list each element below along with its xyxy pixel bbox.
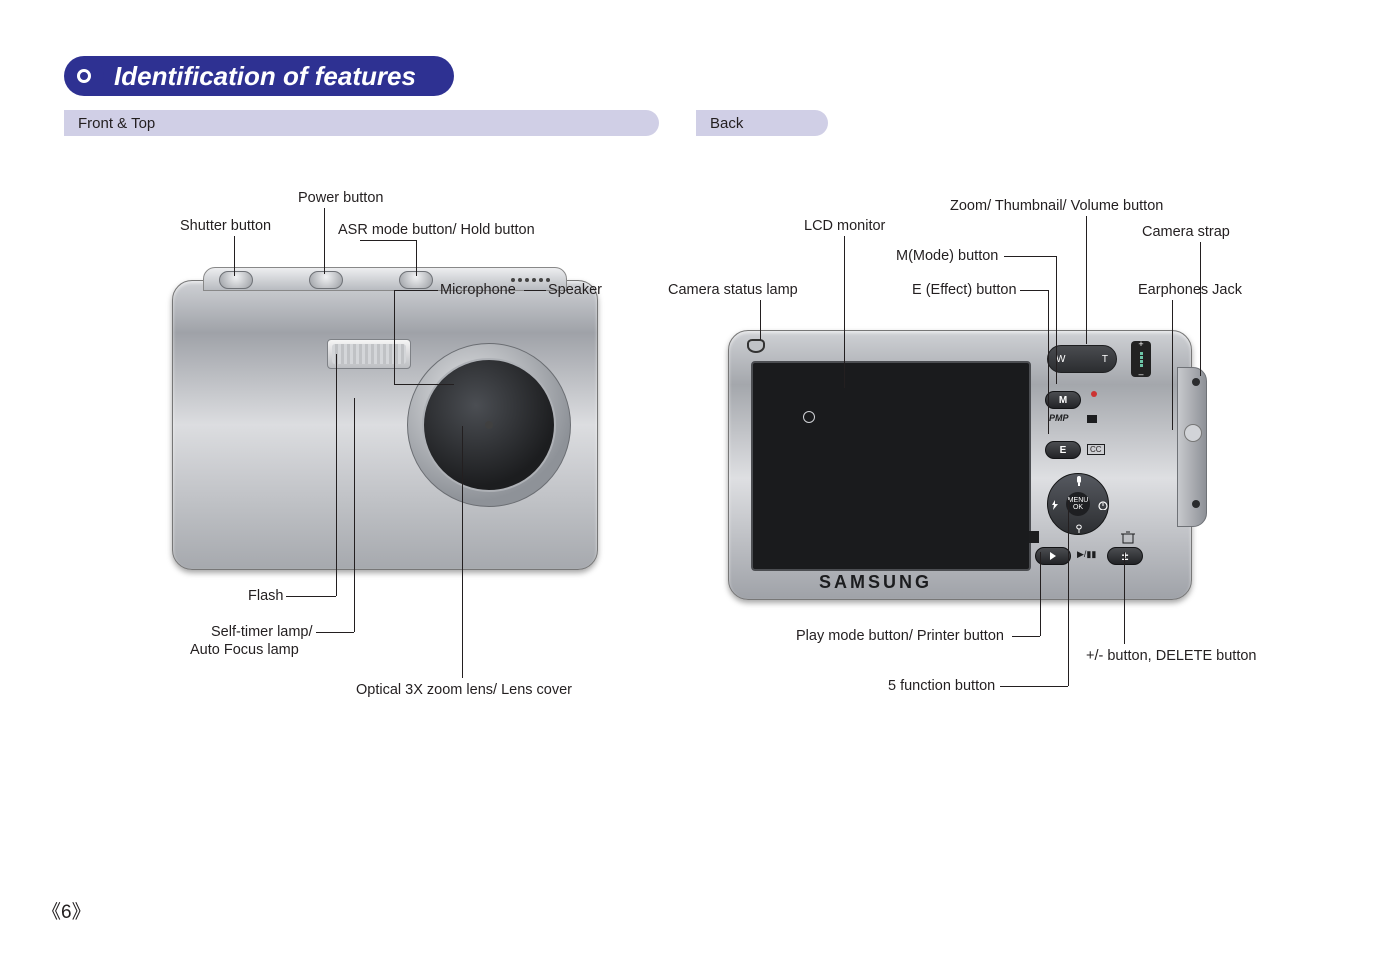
leader-mic: [394, 290, 438, 291]
camera-back-illustration: SAMSUNG W T M PMP E CC MENUOK: [728, 330, 1192, 600]
label-asr: ASR mode button/ Hold button: [338, 222, 535, 238]
label-zoom: Zoom/ Thumbnail/ Volume button: [950, 198, 1163, 214]
menu-ok-button-icon: MENUOK: [1066, 492, 1090, 516]
leader-strap: [1200, 242, 1201, 376]
leader-mic-v2: [394, 384, 454, 385]
label-mic: Microphone: [440, 282, 516, 298]
leader-pm: [1124, 552, 1125, 644]
printer-glyph-icon: [1029, 531, 1039, 543]
mic-glyph-icon: [1074, 476, 1084, 486]
label-play: Play mode button/ Printer button: [796, 628, 1004, 644]
page-title-pill: Identification of features: [64, 56, 454, 96]
leader-five-v: [1068, 500, 1069, 686]
lcd-screen-icon: [751, 361, 1031, 571]
leader-asr-h: [360, 240, 416, 241]
label-ear: Earphones Jack: [1138, 282, 1242, 298]
earphone-jack-icon: [1192, 500, 1200, 508]
diagram-canvas: Shutter button Power button ASR mode but…: [64, 150, 1321, 730]
label-selftimer-2: Auto Focus lamp: [190, 642, 299, 658]
leader-play-h: [1012, 636, 1040, 637]
leader-ear: [1172, 300, 1173, 430]
label-strap: Camera strap: [1142, 224, 1230, 240]
mode-button-icon: M: [1045, 391, 1081, 409]
leader-power: [324, 208, 325, 274]
grip-icon: [1177, 367, 1207, 527]
leader-st-v: [354, 398, 355, 632]
grip-cap-icon: [1184, 424, 1202, 442]
label-speaker: Speaker: [548, 282, 602, 298]
lens-icon: [407, 343, 571, 507]
zoom-rocker-icon: W T: [1047, 345, 1117, 373]
leader-effect-v: [1048, 290, 1049, 434]
title-bullet-icon: [64, 56, 104, 96]
delete-glyph-icon: [1121, 531, 1135, 545]
leader-mode-h: [1004, 256, 1056, 257]
plus-minus-button-icon: [1107, 547, 1143, 565]
power-button-icon: [309, 271, 343, 289]
play-pause-glyph-icon: ▶/▮▮: [1077, 549, 1096, 560]
leader-flash-v: [336, 354, 337, 596]
camera-front-illustration: [172, 280, 598, 570]
record-dot-icon: [1091, 391, 1097, 397]
leader-status: [760, 300, 761, 340]
leader-lcd: [844, 236, 845, 388]
timer-glyph-icon: [1098, 500, 1108, 510]
zoom-w-label: W: [1056, 354, 1065, 365]
label-plusminus: +/- button, DELETE button: [1086, 648, 1256, 664]
label-effect: E (Effect) button: [912, 282, 1017, 298]
label-mode: M(Mode) button: [896, 248, 998, 264]
leader-mic-v: [394, 290, 395, 384]
macro-glyph-icon: [1073, 524, 1085, 534]
status-lamp-icon: [747, 339, 765, 353]
label-flash: Flash: [248, 588, 283, 604]
leader-shutter: [234, 236, 235, 276]
leader-flash-h: [286, 596, 336, 597]
label-shutter: Shutter button: [180, 218, 271, 234]
leader-st-h: [316, 632, 354, 633]
subheading-front-top: Front & Top: [64, 110, 659, 136]
leader-five-h: [1000, 686, 1068, 687]
brand-logo: SAMSUNG: [819, 572, 932, 593]
zoom-t-label: T: [1102, 354, 1108, 365]
leader-effect-h: [1020, 290, 1048, 291]
camera-glyph-icon: [1087, 415, 1097, 423]
flash-glyph-icon: [1050, 500, 1060, 510]
leader-play-v: [1040, 552, 1041, 636]
subheading-back: Back: [696, 110, 828, 136]
label-power: Power button: [298, 190, 383, 206]
effect-button-icon: E: [1045, 441, 1081, 459]
label-five: 5 function button: [888, 678, 995, 694]
five-function-wheel-icon: MENUOK: [1047, 473, 1109, 535]
leader-asr: [416, 240, 417, 276]
cc-label: CC: [1087, 444, 1105, 455]
pmp-label: PMP: [1049, 413, 1069, 423]
page-title: Identification of features: [84, 56, 454, 96]
strap-hole-icon: [1192, 378, 1200, 386]
volume-bar-icon: [1131, 341, 1151, 377]
leader-mode-v: [1056, 256, 1057, 384]
label-lens: Optical 3X zoom lens/ Lens cover: [356, 682, 572, 698]
shutter-button-icon: [219, 271, 253, 289]
leader-zoom: [1086, 216, 1087, 344]
label-selftimer-1: Self-timer lamp/: [211, 624, 313, 640]
leader-lens: [462, 426, 463, 678]
leader-speaker: [524, 290, 546, 291]
flash-icon: [327, 339, 411, 369]
label-lcd: LCD monitor: [804, 218, 885, 234]
page-number: 《6》: [42, 897, 91, 924]
label-status: Camera status lamp: [668, 282, 798, 298]
